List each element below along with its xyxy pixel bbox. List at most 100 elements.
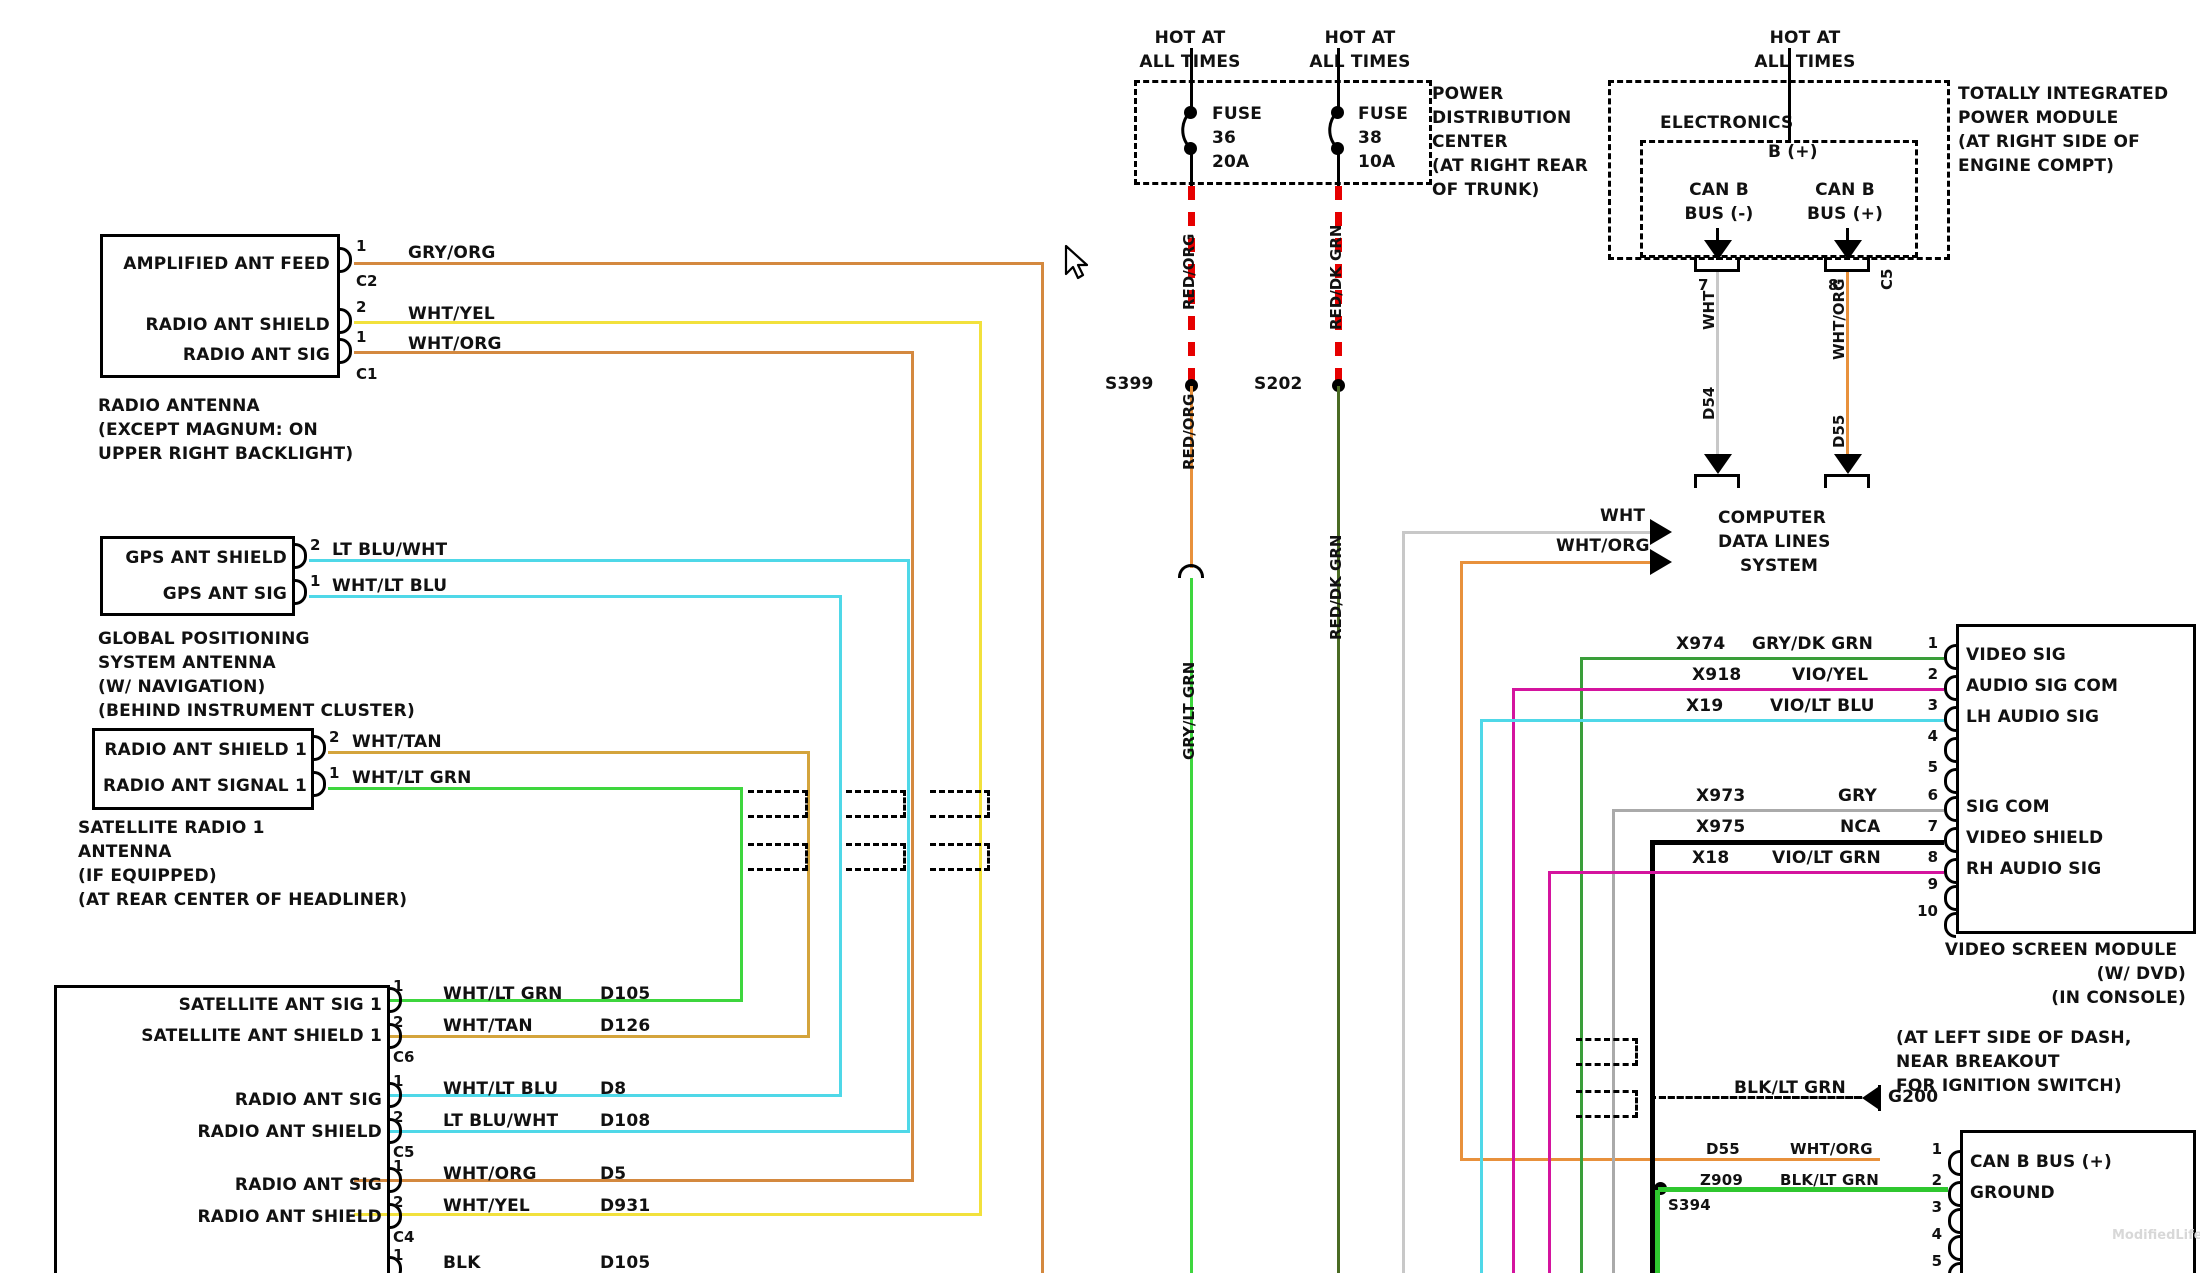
watermark-logo: ModifiedLife	[2112, 1228, 2200, 1243]
ground-connector-2	[1948, 1181, 1960, 1207]
video-row-1-code: X918	[1692, 665, 1742, 685]
gry-lt-grn-label: GRY/LT GRN	[1180, 661, 1198, 760]
wire-wht-org-v	[911, 351, 914, 1182]
wire-wht-tan-h	[328, 751, 810, 754]
radio-antenna-caption-0: RADIO ANTENNA	[98, 396, 260, 416]
video-row-2-code: X19	[1686, 696, 1724, 716]
video-row-6-pin: 7	[1927, 817, 1938, 835]
inline-connector-2-top	[846, 790, 906, 818]
tipm-bus-neg-0: CAN B	[1689, 180, 1749, 200]
tipm-hot-label-1: ALL TIMES	[1754, 52, 1856, 72]
ground-row-0-wire: WHT/ORG	[1790, 1140, 1873, 1158]
tipm-battery-label: B (+)	[1768, 142, 1818, 162]
wire-x973-gry	[1612, 809, 1944, 812]
radio-module-row-4-pin: 1	[393, 1157, 404, 1175]
ground-row-1-pin: 2	[1931, 1171, 1942, 1189]
tipm-battery-lead	[1788, 48, 1791, 140]
computer-data-caption-2: SYSTEM	[1740, 556, 1819, 576]
computer-data-caption-1: DATA LINES	[1718, 532, 1831, 552]
ground-row-0-pin: 1	[1931, 1140, 1942, 1158]
fuse-36-top-lead	[1190, 48, 1193, 112]
pdc-caption-3: (AT RIGHT REAR	[1432, 156, 1588, 176]
fuse-36-number: 36	[1212, 128, 1237, 148]
wire-wht-yel-h	[354, 321, 982, 324]
tipm-bus-pos-0: CAN B	[1815, 180, 1875, 200]
satellite-antenna-caption-2: (IF EQUIPPED)	[78, 866, 217, 886]
video-connector-5	[1944, 768, 1956, 794]
wire-wht-data-h	[1402, 531, 1650, 534]
ground-row-0-name: CAN B BUS (+)	[1970, 1152, 2112, 1172]
pdc-hot-label-0: HOT AT	[1154, 28, 1226, 48]
wire-x918-vio-yel	[1512, 688, 1944, 691]
radio-antenna-pin-1-number: 2	[356, 298, 367, 316]
red-dk-grn-wire-label: RED/DK GRN	[1327, 224, 1345, 330]
ground-node-bar	[1878, 1085, 1881, 1111]
pdc-hot-label-3: ALL TIMES	[1309, 52, 1411, 72]
ground-node-symbol	[1862, 1087, 1878, 1109]
video-row-7-name: RH AUDIO SIG	[1966, 859, 2102, 879]
inline-connector-1-top	[748, 790, 808, 818]
satellite-antenna-caption-0: SATELLITE RADIO 1	[78, 818, 265, 838]
video-caption-1: (W/ DVD)	[2096, 964, 2186, 984]
gps-antenna-connector-pin1	[295, 579, 307, 605]
video-connector-9	[1944, 885, 1956, 911]
fuse-38-rating: 10A	[1358, 152, 1396, 172]
video-connector-2	[1944, 675, 1956, 701]
video-row-5-wire: GRY	[1838, 786, 1878, 806]
ground-connector-3	[1948, 1208, 1960, 1234]
video-row-1-wire: VIO/YEL	[1792, 665, 1869, 685]
gps-antenna-pin-0-label: GPS ANT SHIELD	[125, 548, 287, 568]
radio-module-row-6-pin: 1	[393, 1246, 404, 1264]
satellite-antenna-caption-1: ANTENNA	[78, 842, 172, 862]
wire-wht-lt-grn-v	[740, 787, 743, 1002]
video-connector-10	[1944, 912, 1956, 938]
wire-x18-v	[1548, 871, 1551, 1273]
inline-connector-3-bottom	[930, 843, 990, 871]
ground-node-label: G200	[1888, 1087, 1939, 1107]
video-row-1-pin: 2	[1927, 665, 1938, 683]
radio-module-row-5-code: D931	[600, 1196, 651, 1216]
splice-s399-label: S399	[1105, 374, 1154, 394]
fuse-38-top-lead	[1337, 48, 1340, 112]
satellite-antenna-connector-pin1	[314, 771, 326, 797]
radio-module-row-3-code: D108	[600, 1111, 651, 1131]
radio-module-row-4-wire: WHT/ORG	[443, 1164, 537, 1184]
radio-antenna-pin-2-label: RADIO ANT SIG	[182, 345, 330, 365]
tipm-caption-3: ENGINE COMPT)	[1958, 156, 2115, 176]
gps-antenna-caption-0: GLOBAL POSITIONING	[98, 629, 310, 649]
ground-dash-to-node	[1660, 1096, 1880, 1102]
video-connector-8	[1944, 858, 1956, 884]
video-row-5-pin: 6	[1927, 786, 1938, 804]
ground-connector-1	[1948, 1150, 1960, 1176]
wire-wht-lt-blu-h	[309, 595, 842, 598]
radio-module-row-3-wire: LT BLU/WHT	[443, 1111, 559, 1131]
video-inline-connector-top	[1576, 1038, 1638, 1066]
wire-x974-gry-dk-grn	[1580, 657, 1944, 660]
radio-module-conn-c6: C6	[393, 1048, 415, 1066]
satellite-antenna-pin-0-label: RADIO ANT SHIELD 1	[104, 740, 307, 760]
wire-gry-org-v	[1041, 262, 1044, 1273]
computer-data-wire-0-label: WHT	[1600, 506, 1646, 526]
radio-antenna-connector-pin2	[340, 308, 352, 334]
tipm-conn-c5-label: C5	[1878, 268, 1896, 290]
wire-wht-org-data-v	[1460, 561, 1463, 1161]
inline-connector-3-top	[930, 790, 990, 818]
radio-antenna-conn-upper: C2	[356, 272, 378, 290]
radio-module-row-2-label: RADIO ANT SIG	[234, 1090, 382, 1110]
wire-hop-symbol	[1178, 564, 1204, 578]
pdc-caption-1: DISTRIBUTION	[1432, 108, 1572, 128]
video-row-4-pin: 5	[1927, 758, 1938, 776]
radio-module-row-4-code: D5	[600, 1164, 627, 1184]
gps-antenna-caption-1: SYSTEM ANTENNA	[98, 653, 276, 673]
computer-data-arrow-1	[1650, 549, 1672, 575]
pdc-caption-2: CENTER	[1432, 132, 1508, 152]
wiring-diagram-canvas: AMPLIFIED ANT FEED RADIO ANT SHIELD RADI…	[0, 0, 2200, 1273]
wire-x19-v	[1480, 719, 1483, 1273]
wire-x974-v	[1580, 657, 1583, 1273]
radio-antenna-caption-2: UPPER RIGHT BACKLIGHT)	[98, 444, 354, 464]
wire-s394-down	[1655, 1190, 1660, 1273]
ground-row-4-pin: 5	[1931, 1252, 1942, 1270]
video-row-0-name: VIDEO SIG	[1966, 645, 2066, 665]
radio-module-row-2-wire: WHT/LT BLU	[443, 1079, 559, 1099]
tipm-hot-label-0: HOT AT	[1769, 28, 1841, 48]
